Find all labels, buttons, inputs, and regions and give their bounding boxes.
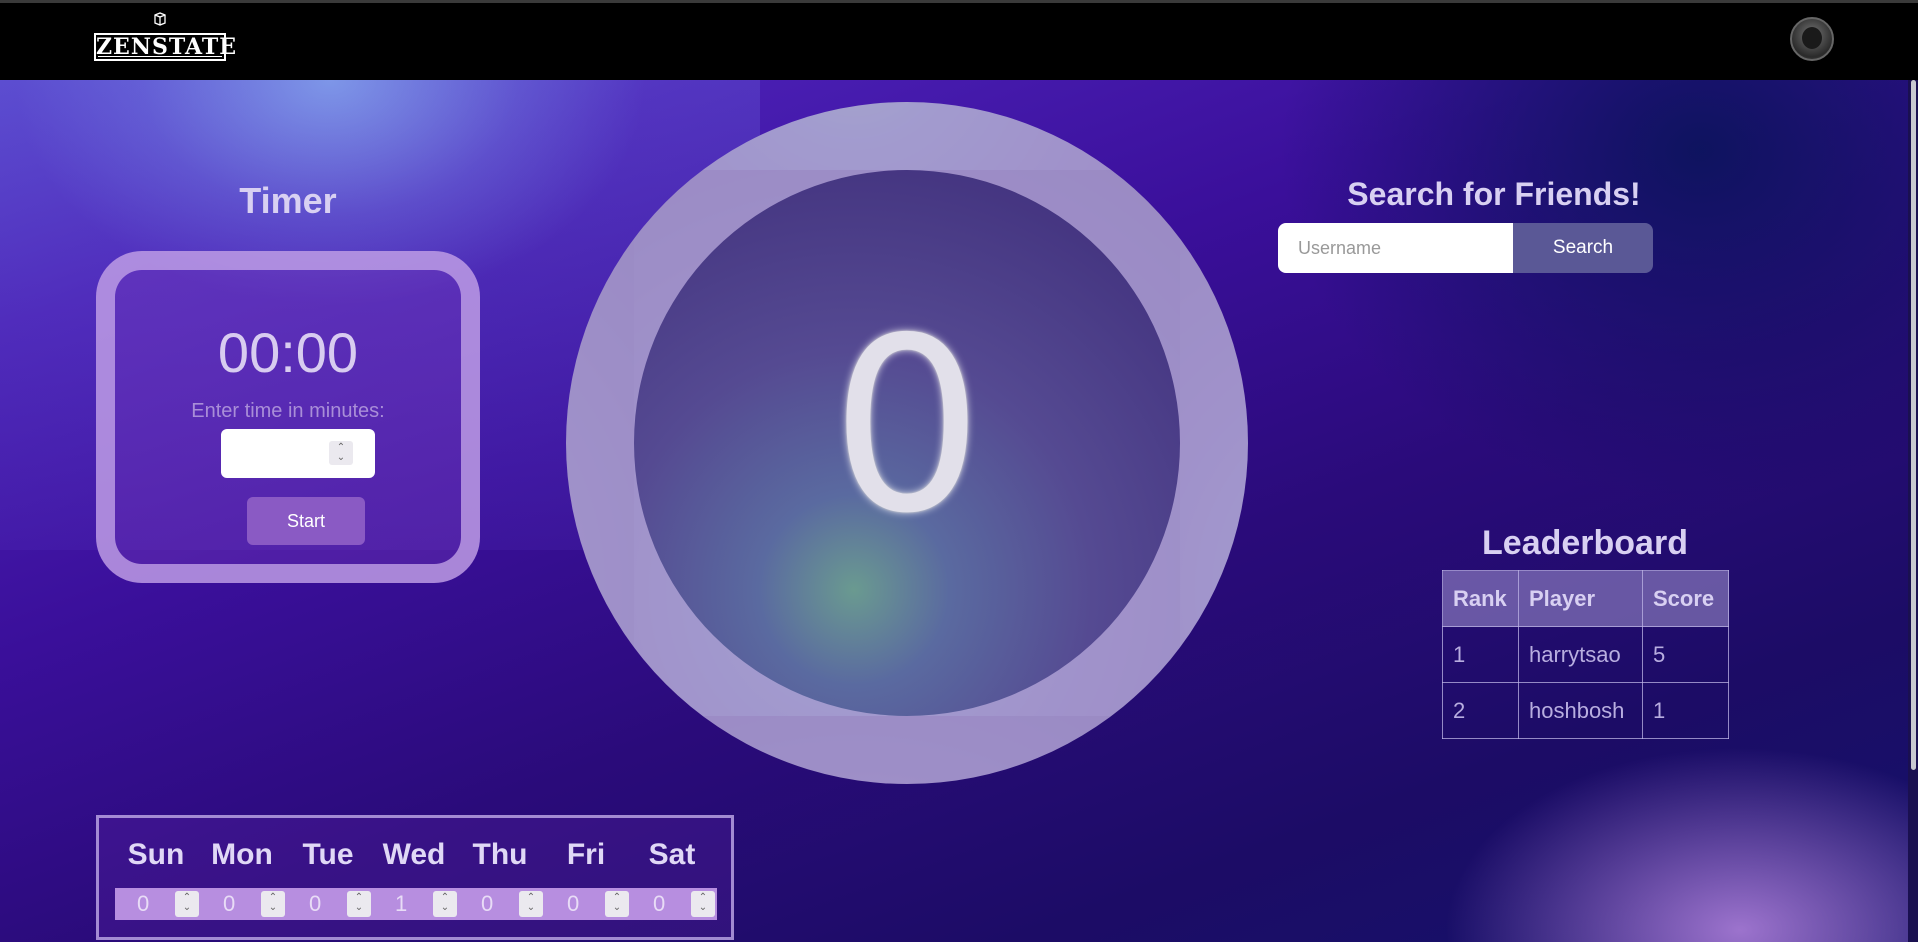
column-header-player: Player (1518, 570, 1643, 627)
timer-input-label: Enter time in minutes: (191, 400, 385, 422)
day-input-thu[interactable]: 0 ⌃ ⌄ (459, 888, 545, 920)
player-cell: harrytsao (1518, 626, 1643, 683)
spinner-icon[interactable]: ⌃ ⌄ (175, 891, 199, 917)
day-value: 0 (309, 891, 322, 916)
search-title: Search for Friends! (1347, 176, 1641, 212)
timer-panel: 00:00 Enter time in minutes: ⌃ ⌄ Start (96, 251, 480, 583)
weekly-tracker: Sun Mon Tue Wed Thu Fri Sat 0 ⌃ ⌄ 0 ⌃ ⌄ 0 ⌃ ⌄ … (96, 815, 734, 940)
score-cell: 1 (1642, 682, 1729, 739)
day-label-tue: Tue (302, 838, 354, 871)
day-value: 0 (137, 891, 150, 916)
day-input-sun[interactable]: 0 ⌃ ⌄ (115, 888, 201, 920)
day-label-mon: Mon (211, 838, 273, 871)
day-label-thu: Thu (472, 838, 528, 871)
day-label-sun: Sun (127, 838, 185, 871)
rank-cell: 2 (1442, 682, 1519, 739)
logo-text: ZENSTATE (94, 33, 237, 61)
navbar: ZENSTATE (0, 3, 1918, 80)
day-input-mon[interactable]: 0 ⌃ ⌄ (201, 888, 287, 920)
spinner-icon[interactable]: ⌃ ⌄ (347, 891, 371, 917)
leaderboard-table: Rank Player Score 1 harrytsao 5 2 hoshbo… (1442, 570, 1729, 739)
day-label-fri: Fri (566, 838, 606, 871)
day-input-fri[interactable]: 0 ⌃ ⌄ (545, 888, 631, 920)
day-label-wed: Wed (382, 838, 446, 871)
timer-display: 00:00 (217, 321, 359, 384)
day-value: 0 (567, 891, 580, 916)
timer-title: Timer (239, 180, 337, 221)
cube-icon (154, 12, 166, 26)
spinner-icon[interactable]: ⌃ ⌄ (605, 891, 629, 917)
day-value: 0 (653, 891, 666, 916)
table-row: 2 hoshbosh 1 (1442, 682, 1729, 739)
scrollbar-thumb[interactable] (1911, 80, 1916, 770)
day-input-wed[interactable]: 1 ⌃ ⌄ (373, 888, 459, 920)
day-value: 0 (481, 891, 494, 916)
rank-cell: 1 (1442, 626, 1519, 683)
spinner-icon[interactable]: ⌃ ⌄ (329, 441, 353, 465)
spinner-icon[interactable]: ⌃ ⌄ (433, 891, 457, 917)
leaderboard-title: Leaderboard (1482, 524, 1688, 562)
day-label-sat: Sat (648, 838, 696, 871)
day-value: 1 (395, 891, 408, 916)
start-button[interactable]: Start (247, 497, 365, 545)
column-header-score: Score (1642, 570, 1729, 627)
day-value: 0 (223, 891, 236, 916)
player-cell: hoshbosh (1518, 682, 1643, 739)
minutes-input[interactable]: ⌃ ⌄ (221, 429, 375, 478)
table-row: 1 harrytsao 5 (1442, 626, 1729, 683)
avatar[interactable] (1790, 17, 1834, 61)
search-button[interactable]: Search (1513, 223, 1653, 273)
weekday-inputs: 0 ⌃ ⌄ 0 ⌃ ⌄ 0 ⌃ ⌄ 1 ⌃ ⌄ 0 ⌃ ⌄ 0 ⌃ ⌄ 0 ⌃ ⌄ (115, 888, 717, 920)
spinner-icon[interactable]: ⌃ ⌄ (691, 891, 715, 917)
search-input[interactable]: Username (1278, 223, 1514, 273)
zenstate-logo[interactable]: ZENSTATE (94, 8, 237, 64)
score-cell: 5 (1642, 626, 1729, 683)
column-header-rank: Rank (1442, 570, 1519, 627)
counter-ring[interactable]: 0 (566, 102, 1248, 784)
spinner-icon[interactable]: ⌃ ⌄ (519, 891, 543, 917)
leaderboard-header-row: Rank Player Score (1442, 570, 1729, 627)
day-input-tue[interactable]: 0 ⌃ ⌄ (287, 888, 373, 920)
counter-value: 0 (830, 286, 984, 566)
day-input-sat[interactable]: 0 ⌃ ⌄ (631, 888, 717, 920)
weekday-labels: Sun Mon Tue Wed Thu Fri Sat (113, 838, 719, 878)
spinner-icon[interactable]: ⌃ ⌄ (261, 891, 285, 917)
